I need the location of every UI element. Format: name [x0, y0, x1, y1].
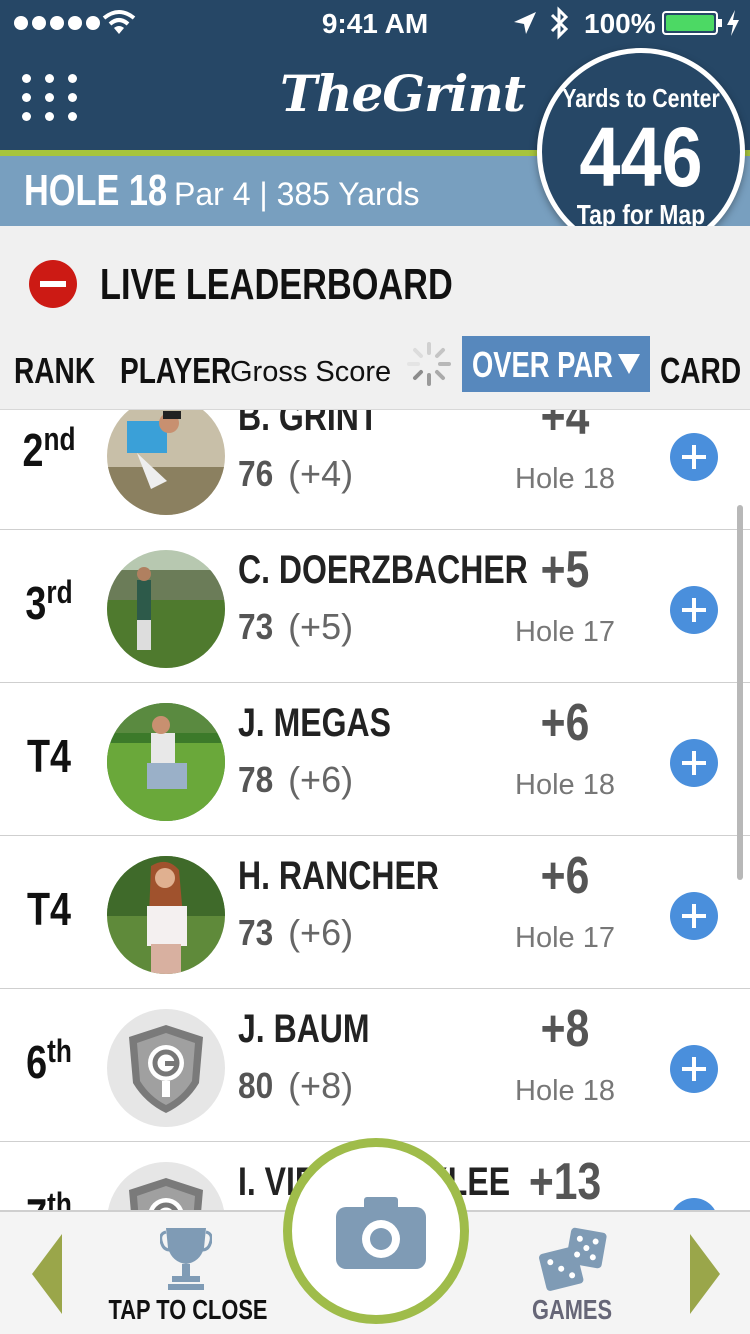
rank-number: 6	[26, 1036, 48, 1088]
leaderboard-row[interactable]: 6th J. BAUM 80 (+8) +8 Hole 18	[0, 989, 750, 1142]
bottom-toolbar: TAP TO CLOSE GAMES	[0, 1138, 750, 1334]
rank-suffix: nd	[43, 421, 76, 457]
player-avatar	[107, 550, 225, 668]
player-gross-score: 73 (+5)	[238, 606, 353, 648]
gross-to-par: (+4)	[288, 453, 354, 494]
current-hole: Hole 18	[515, 1075, 615, 1107]
rank-cell: T4	[9, 880, 89, 936]
battery-percentage: 100%	[584, 8, 656, 39]
leaderboard-row[interactable]: T4 J. MEGAS 78 (+6) +6 Hole 18	[0, 683, 750, 836]
column-header-gross-score: Gross Score	[230, 356, 392, 388]
gross-value: 78	[238, 759, 274, 800]
bluetooth-icon	[550, 6, 569, 40]
current-hole: Hole 18	[515, 769, 615, 801]
rank-number: 2	[22, 424, 44, 476]
status-bar: 9:41 AM 100%	[0, 0, 750, 48]
over-par-dropdown[interactable]: OVER PAR	[462, 336, 650, 392]
battery-icon	[662, 11, 722, 35]
leaderboard-row[interactable]: 2nd B. GRINT 76 (+4) +4 Hole 18	[0, 410, 750, 530]
rank-number: 3	[25, 577, 47, 629]
player-gross-score: 73 (+6)	[238, 912, 353, 954]
leaderboard-title: LIVE LEADERBOARD	[100, 260, 453, 309]
dice-icon[interactable]	[538, 1226, 608, 1292]
hole-number: HOLE 18	[24, 166, 168, 215]
current-hole: Hole 18	[515, 463, 615, 495]
gross-to-par: (+6)	[288, 759, 354, 800]
player-name: J. BAUM	[238, 1007, 370, 1051]
rank-suffix: rd	[46, 574, 73, 610]
camera-icon	[336, 1197, 426, 1269]
gross-value: 80	[238, 1065, 274, 1106]
gross-value: 73	[238, 912, 274, 953]
player-gross-score: 78 (+6)	[238, 759, 353, 801]
leaderboard-list[interactable]: 2nd B. GRINT 76 (+4) +4 Hole 18 3rd C. D…	[0, 410, 750, 1210]
over-par-value: +4	[540, 410, 590, 446]
column-header-player: PLAYER	[120, 350, 232, 391]
rank-number: T4	[26, 730, 72, 782]
add-card-plus-icon[interactable]	[670, 586, 718, 634]
player-gross-score: 76 (+4)	[238, 453, 353, 495]
gross-to-par: (+5)	[288, 606, 354, 647]
gross-value: 76	[238, 453, 274, 494]
over-par-label: OVER PAR	[472, 344, 613, 385]
over-par-value: +5	[540, 541, 590, 599]
games-label[interactable]: GAMES	[516, 1294, 628, 1326]
location-arrow-icon	[514, 12, 536, 34]
rank-number: 7	[26, 1189, 47, 1210]
over-par-value: +6	[540, 694, 590, 752]
next-hole-arrow-icon[interactable]	[690, 1234, 720, 1314]
leaderboard-row[interactable]: 3rd C. DOERZBACHER 73 (+5) +5 Hole 17	[0, 530, 750, 683]
grid-menu-icon[interactable]	[22, 74, 78, 126]
yards-to-center-button[interactable]: Yards to Center 446 Tap for Map	[537, 48, 745, 256]
loading-spinner-icon	[407, 342, 451, 386]
player-name: H. RANCHER	[238, 854, 439, 898]
leaderboard-header: LIVE LEADERBOARD RANK PLAYER Gross Score…	[0, 226, 750, 410]
player-avatar	[107, 703, 225, 821]
collapse-minus-icon[interactable]	[29, 260, 77, 308]
leaderboard-row[interactable]: T4 H. RANCHER 73 (+6) +6 Hole 17	[0, 836, 750, 989]
column-header-card: CARD	[660, 350, 742, 391]
rank-cell: T4	[9, 727, 89, 783]
over-par-value: +8	[540, 1000, 590, 1058]
over-par-value: +13	[528, 1153, 602, 1210]
add-card-plus-icon[interactable]	[670, 739, 718, 787]
thegrint-logo: TheGrint	[280, 64, 526, 123]
player-gross-score: 80 (+8)	[238, 1065, 353, 1107]
add-card-plus-icon[interactable]	[670, 433, 718, 481]
grint-shield-icon	[107, 1009, 225, 1127]
gross-value: 73	[238, 606, 274, 647]
yards-value: 446	[579, 110, 703, 204]
camera-button[interactable]	[283, 1138, 469, 1324]
grint-shield-icon	[107, 1162, 225, 1210]
add-card-plus-icon[interactable]	[670, 1198, 718, 1210]
rank-cell: 6th	[9, 1033, 89, 1089]
player-name: J. MEGAS	[238, 701, 391, 745]
player-name: C. DOERZBACHER	[238, 548, 528, 592]
scrollbar[interactable]	[737, 505, 743, 880]
rank-suffix: th	[47, 1033, 72, 1069]
current-hole: Hole 17	[515, 922, 615, 954]
gross-to-par: (+6)	[288, 912, 354, 953]
gross-to-par: (+8)	[288, 1065, 354, 1106]
rank-suffix: th	[47, 1186, 72, 1210]
trophy-icon[interactable]	[160, 1226, 212, 1292]
add-card-plus-icon[interactable]	[670, 1045, 718, 1093]
add-card-plus-icon[interactable]	[670, 892, 718, 940]
over-par-value: +6	[540, 847, 590, 905]
charging-bolt-icon	[727, 10, 739, 36]
rank-cell: 7th	[9, 1186, 89, 1210]
rank-cell: 2nd	[9, 421, 89, 477]
player-name: B. GRINT	[238, 410, 379, 439]
dropdown-arrow-icon	[618, 354, 640, 374]
column-header-rank: RANK	[14, 350, 96, 391]
current-hole: Hole 17	[515, 616, 615, 648]
rank-cell: 3rd	[9, 574, 89, 630]
player-avatar	[107, 856, 225, 974]
tap-to-close-label[interactable]: TAP TO CLOSE	[41, 1294, 334, 1326]
hole-par-yards: Par 4 | 385 Yards	[174, 176, 420, 212]
player-avatar	[107, 410, 225, 515]
rank-number: T4	[26, 883, 72, 935]
